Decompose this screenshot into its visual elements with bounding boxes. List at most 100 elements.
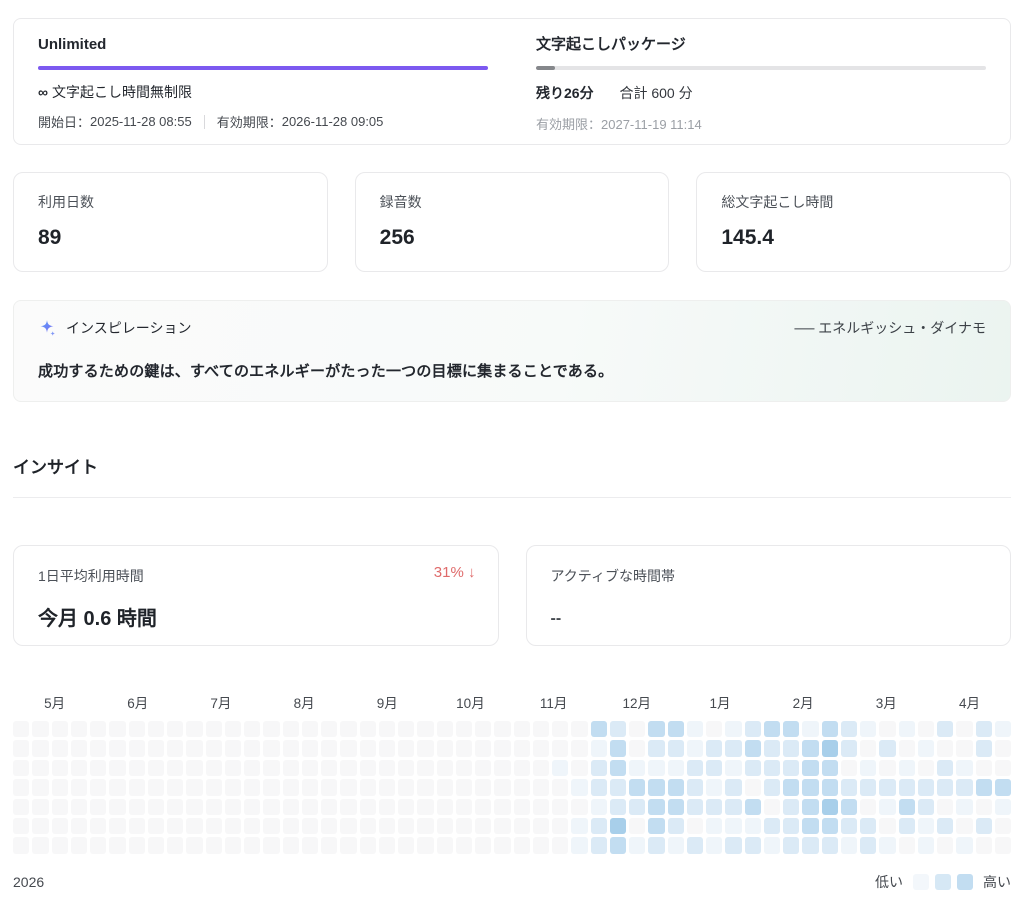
heatmap-cell: [783, 837, 799, 853]
heatmap-cell: [552, 721, 568, 737]
heatmap-cell: [918, 721, 934, 737]
heatmap-cell: [32, 760, 48, 776]
package-usage: 残り26分 合計 600 分: [536, 83, 986, 103]
heatmap-cell: [610, 837, 626, 853]
heatmap-cell: [244, 837, 260, 853]
legend-swatch-low: [913, 874, 929, 890]
heatmap-cell: [225, 837, 241, 853]
heatmap-cell: [764, 799, 780, 815]
heatmap-cell: [552, 837, 568, 853]
heatmap-cell: [417, 799, 433, 815]
heatmap-cell: [340, 760, 356, 776]
heatmap-cell: [263, 837, 279, 853]
heatmap-cell: [71, 740, 87, 756]
package-progress-track: [536, 66, 986, 70]
heatmap-cell: [494, 837, 510, 853]
plan-section: Unlimited ∞文字起こし時間無制限 開始日： 2025-11-28 08…: [14, 19, 512, 144]
month-label: 6月: [96, 692, 179, 712]
heatmap-cell: [706, 799, 722, 815]
heatmap-cell: [456, 837, 472, 853]
heatmap-cell: [340, 818, 356, 834]
heatmap-cell: [475, 799, 491, 815]
arrow-down-icon: ↓: [468, 564, 476, 581]
heatmap-cell: [802, 721, 818, 737]
heatmap-cell: [918, 779, 934, 795]
heatmap-cell: [764, 818, 780, 834]
heatmap-cell: [571, 799, 587, 815]
heatmap-cell: [976, 818, 992, 834]
heatmap-cell: [783, 721, 799, 737]
stat-value: 89: [38, 226, 303, 250]
heatmap-cell: [571, 779, 587, 795]
heatmap-cell: [706, 818, 722, 834]
heatmap-cell: [206, 799, 222, 815]
heatmap-cell: [783, 760, 799, 776]
heatmap-cell: [552, 740, 568, 756]
heatmap-cell: [263, 818, 279, 834]
heatmap-cell: [860, 818, 876, 834]
heatmap-cell: [706, 837, 722, 853]
heatmap-cell: [52, 799, 68, 815]
heatmap-cell: [629, 837, 645, 853]
heatmap-cell: [860, 760, 876, 776]
heatmap-cell: [591, 760, 607, 776]
package-expiry-label: 有効期限：: [536, 117, 601, 132]
heatmap-cell: [668, 799, 684, 815]
heatmap-cell: [475, 837, 491, 853]
heatmap-cell: [494, 721, 510, 737]
heatmap-cell: [263, 779, 279, 795]
insight-label: 1日平均利用時間: [38, 566, 474, 586]
heatmap-cell: [745, 837, 761, 853]
heatmap-cell: [860, 799, 876, 815]
heatmap-cell: [610, 818, 626, 834]
month-label: 8月: [263, 692, 346, 712]
heatmap-cell: [571, 721, 587, 737]
heatmap-cell: [533, 721, 549, 737]
heatmap-cell: [764, 779, 780, 795]
heatmap-cell: [591, 721, 607, 737]
heatmap-month-labels: 5月 6月 7月 8月 9月 10月 11月 12月 1月 2月 3月 4月: [13, 692, 1011, 712]
heatmap-cell: [360, 721, 376, 737]
heatmap-cell: [302, 799, 318, 815]
inspiration-title: インスピレーション: [66, 318, 191, 338]
heatmap-cell: [976, 740, 992, 756]
delta-percent: 31%: [434, 564, 464, 581]
heatmap-cell: [552, 779, 568, 795]
heatmap-cell: [494, 760, 510, 776]
heatmap-cell: [725, 760, 741, 776]
heatmap-cell: [687, 837, 703, 853]
heatmap-cell: [129, 837, 145, 853]
heatmap-cell: [802, 837, 818, 853]
heatmap-cell: [802, 740, 818, 756]
heatmap-cell: [148, 721, 164, 737]
month-label: 4月: [928, 692, 1011, 712]
heatmap-cell: [822, 799, 838, 815]
heatmap-cell: [629, 721, 645, 737]
heatmap-cell: [263, 740, 279, 756]
heatmap-cell: [340, 740, 356, 756]
heatmap-cell: [533, 799, 549, 815]
heatmap-cell: [71, 779, 87, 795]
heatmap-cell: [379, 837, 395, 853]
heatmap-cell: [764, 837, 780, 853]
heatmap-cell: [533, 837, 549, 853]
heatmap-cell: [417, 760, 433, 776]
heatmap-cell: [52, 779, 68, 795]
heatmap-cell: [456, 740, 472, 756]
heatmap-cell: [52, 721, 68, 737]
heatmap-cell: [571, 740, 587, 756]
insight-card-daily-average: 1日平均利用時間 31% ↓ 今月 0.6 時間: [13, 545, 499, 646]
heatmap-cell: [360, 740, 376, 756]
heatmap-cell: [899, 760, 915, 776]
heatmap-cell: [90, 760, 106, 776]
inspiration-banner: インスピレーション ── エネルギッシュ・ダイナモ 成功するための鍵は、すべての…: [13, 300, 1011, 402]
heatmap-cell: [148, 799, 164, 815]
heatmap-cell: [995, 721, 1011, 737]
heatmap-cell: [302, 837, 318, 853]
heatmap-cell: [417, 779, 433, 795]
heatmap-cell: [167, 837, 183, 853]
heatmap-cell: [379, 740, 395, 756]
heatmap-cell: [379, 721, 395, 737]
month-label: 2月: [762, 692, 845, 712]
heatmap-cell: [668, 818, 684, 834]
